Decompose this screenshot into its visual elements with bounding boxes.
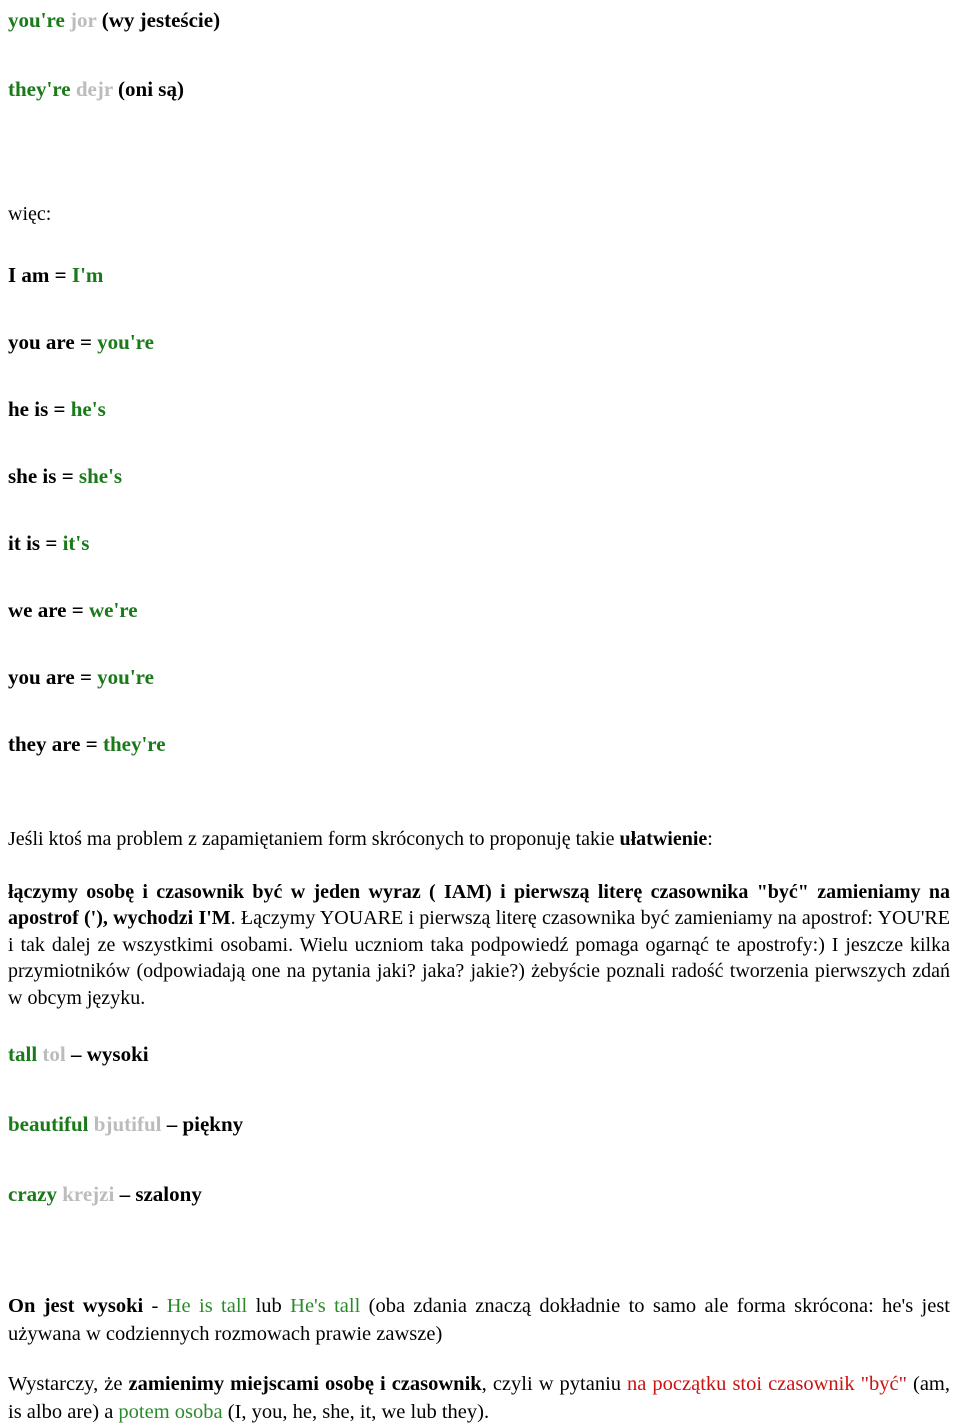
vocab-polish: (oni są)	[118, 77, 184, 101]
vocab-pronunciation: jor	[70, 8, 97, 32]
contraction-full: they are	[8, 732, 81, 756]
rule-text-2: , czyli w pytaniu	[481, 1372, 628, 1395]
equals-sign: =	[71, 598, 84, 622]
adjective-row: crazy krejzi – szalony	[8, 1181, 950, 1206]
content-column: you're jor (wy jesteście) they're dejr (…	[0, 0, 960, 1426]
contraction-full: we are	[8, 598, 67, 622]
adjective-polish: szalony	[135, 1181, 202, 1206]
adjective-polish: piękny	[182, 1111, 244, 1136]
adjective-dash: –	[119, 1181, 131, 1206]
adjective-english: crazy	[8, 1181, 57, 1206]
example-english-short: He's tall	[290, 1294, 361, 1317]
equals-sign: =	[79, 330, 92, 354]
equals-sign: =	[53, 397, 66, 421]
vocab-line: they're dejr (oni są)	[8, 79, 950, 100]
rule-bold: zamienimy miejscami osobę i czasownik	[128, 1372, 482, 1395]
adjective-pronunciation: bjutiful	[93, 1111, 162, 1136]
contraction-full: he is	[8, 397, 49, 421]
adjective-row: tall tol – wysoki	[8, 1041, 950, 1066]
rule-red-highlight: na początku stoi czasownik "być"	[627, 1372, 907, 1395]
contraction-row: you are = you're	[8, 667, 950, 688]
contraction-full: you are	[8, 330, 75, 354]
vocab-pronunciation: dejr	[75, 77, 113, 101]
equals-sign: =	[61, 464, 74, 488]
explanation-paragraph: łączymy osobę i czasownik być w jeden wy…	[8, 879, 950, 1011]
contraction-short: you're	[97, 330, 154, 354]
adjective-polish: wysoki	[86, 1041, 149, 1066]
example-polish-bold: On jest wysoki	[8, 1294, 144, 1317]
example-dash: -	[143, 1294, 167, 1317]
contraction-row: she is = she's	[8, 466, 950, 487]
wiec-label: więc:	[8, 203, 52, 225]
contraction-row: you are = you're	[8, 332, 950, 353]
equals-sign: =	[54, 263, 67, 287]
contraction-row: it is = it's	[8, 533, 950, 554]
example-paragraph: On jest wysoki - He is tall lub He's tal…	[8, 1293, 950, 1349]
rule-paragraph: Wystarczy, że zamienimy miejscami osobę …	[8, 1371, 950, 1426]
contraction-short: he's	[70, 397, 106, 421]
contraction-short: she's	[78, 464, 123, 488]
vocab-polish: (wy jesteście)	[101, 8, 221, 32]
adjective-english: beautiful	[8, 1111, 89, 1136]
contraction-full: it is	[8, 531, 41, 555]
contraction-row: he is = he's	[8, 399, 950, 420]
rule-text-4: (I, you, he, she, it, we lub they).	[222, 1400, 490, 1423]
equals-sign: =	[45, 531, 58, 555]
intro-text-bold: ułatwienie	[619, 828, 708, 850]
contraction-short: we're	[88, 598, 138, 622]
intro-text-2: :	[707, 828, 713, 850]
contraction-short: they're	[102, 732, 166, 756]
adjective-row: beautiful bjutiful – piękny	[8, 1111, 950, 1136]
vocab-line: you're jor (wy jesteście)	[8, 10, 950, 31]
example-conjunction: lub	[247, 1294, 291, 1317]
vocab-english: they're	[8, 77, 71, 101]
contraction-row: we are = we're	[8, 600, 950, 621]
contraction-full: I am	[8, 263, 50, 287]
adjective-pronunciation: tol	[42, 1041, 66, 1066]
example-english-full: He is tall	[166, 1294, 248, 1317]
contraction-short: you're	[97, 665, 154, 689]
equals-sign: =	[85, 732, 98, 756]
vocab-english: you're	[8, 8, 65, 32]
contraction-full: she is	[8, 464, 57, 488]
contraction-short: it's	[62, 531, 90, 555]
rule-text-1: Wystarczy, że	[8, 1372, 129, 1395]
adjective-dash: –	[166, 1111, 178, 1136]
contraction-row: they are = they're	[8, 734, 950, 755]
document-page: you're jor (wy jesteście) they're dejr (…	[0, 0, 960, 1423]
intro-text-1: Jeśli ktoś ma problem z zapamiętaniem fo…	[8, 828, 620, 850]
intro-paragraph: Jeśli ktoś ma problem z zapamiętaniem fo…	[8, 827, 950, 851]
adjective-english: tall	[8, 1041, 38, 1066]
contraction-full: you are	[8, 665, 75, 689]
adjective-dash: –	[71, 1041, 82, 1066]
contraction-short: I'm	[71, 263, 104, 287]
adjective-pronunciation: krejzi	[62, 1181, 115, 1206]
contraction-row: I am = I'm	[8, 265, 950, 286]
rule-green-highlight: potem osoba	[118, 1400, 223, 1423]
equals-sign: =	[79, 665, 92, 689]
